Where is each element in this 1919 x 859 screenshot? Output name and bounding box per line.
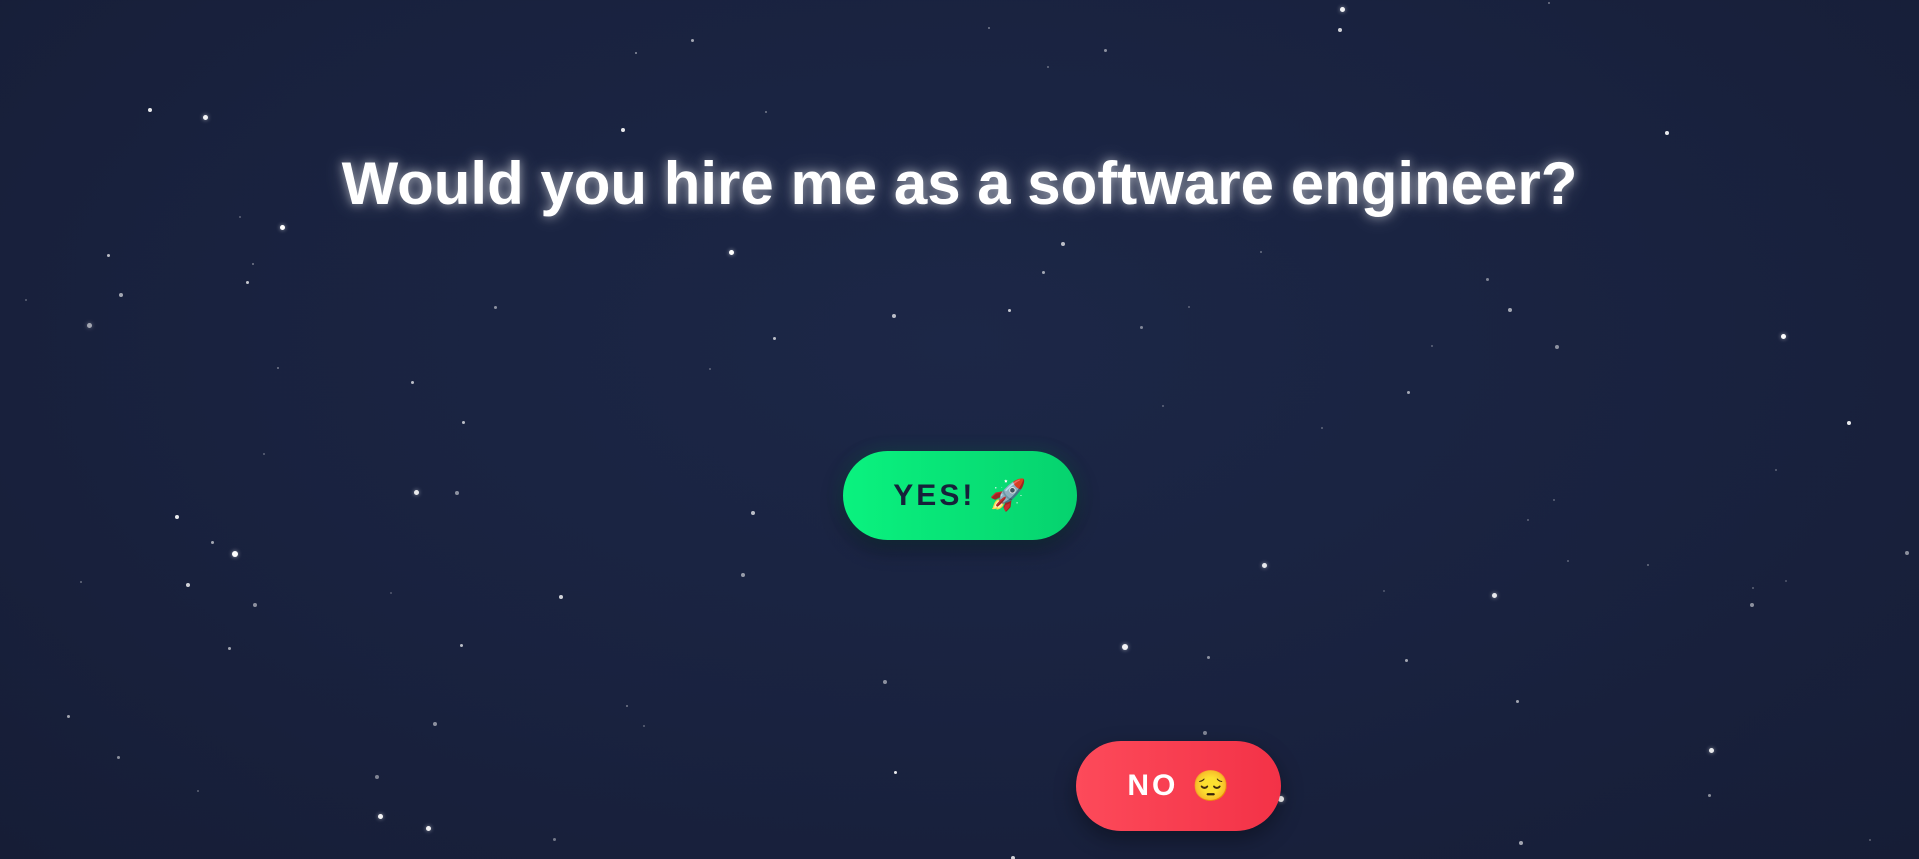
star bbox=[1260, 251, 1262, 253]
star bbox=[626, 705, 628, 707]
star bbox=[1485, 277, 1489, 281]
star bbox=[728, 249, 734, 255]
star bbox=[210, 540, 214, 544]
star bbox=[116, 755, 120, 759]
star bbox=[277, 367, 279, 369]
star bbox=[1752, 587, 1754, 589]
star bbox=[455, 491, 459, 495]
star bbox=[252, 263, 254, 265]
star bbox=[1555, 345, 1559, 349]
star bbox=[253, 603, 257, 607]
star bbox=[1647, 564, 1649, 566]
star bbox=[1041, 270, 1045, 274]
star bbox=[1553, 499, 1555, 501]
star bbox=[552, 837, 556, 841]
star bbox=[559, 595, 563, 599]
star bbox=[375, 775, 379, 779]
star bbox=[1548, 2, 1550, 4]
star bbox=[1775, 469, 1777, 471]
star bbox=[1515, 699, 1519, 703]
star bbox=[1780, 333, 1786, 339]
yes-button[interactable]: YES! 🚀 bbox=[843, 451, 1077, 540]
star bbox=[635, 52, 637, 54]
star bbox=[1665, 131, 1669, 135]
star bbox=[86, 322, 92, 328]
star bbox=[1707, 793, 1711, 797]
star bbox=[459, 643, 463, 647]
pensive-face-icon: 😔 bbox=[1192, 769, 1230, 803]
star bbox=[245, 280, 249, 284]
star bbox=[461, 420, 465, 424]
star bbox=[1007, 308, 1011, 312]
rocket-icon: 🚀 bbox=[989, 479, 1027, 512]
star bbox=[1519, 841, 1523, 845]
star bbox=[709, 368, 711, 370]
star bbox=[1383, 590, 1385, 592]
star bbox=[232, 551, 238, 557]
star bbox=[1188, 306, 1190, 308]
star bbox=[690, 38, 694, 42]
star bbox=[1206, 655, 1210, 659]
star bbox=[148, 108, 152, 112]
star bbox=[433, 722, 437, 726]
star bbox=[772, 336, 776, 340]
star bbox=[1869, 839, 1871, 841]
star bbox=[390, 592, 392, 594]
star bbox=[410, 380, 414, 384]
star bbox=[279, 224, 285, 230]
star bbox=[186, 583, 190, 587]
star bbox=[1785, 580, 1787, 582]
star bbox=[751, 511, 755, 515]
star bbox=[892, 314, 896, 318]
star bbox=[1527, 519, 1529, 521]
star bbox=[1508, 308, 1512, 312]
star bbox=[893, 770, 897, 774]
star bbox=[643, 725, 645, 727]
starfield-background bbox=[0, 0, 1919, 859]
star bbox=[1162, 405, 1164, 407]
star bbox=[1139, 325, 1143, 329]
star bbox=[1122, 644, 1128, 650]
star bbox=[425, 825, 431, 831]
no-button[interactable]: NO 😔 bbox=[1076, 741, 1281, 831]
star bbox=[1261, 562, 1267, 568]
star bbox=[1905, 551, 1909, 555]
star bbox=[1203, 731, 1207, 735]
star bbox=[1404, 658, 1408, 662]
star bbox=[1321, 427, 1323, 429]
star bbox=[883, 680, 887, 684]
star bbox=[80, 581, 82, 583]
star bbox=[1567, 560, 1569, 562]
star bbox=[202, 114, 208, 120]
star bbox=[1431, 345, 1433, 347]
star bbox=[66, 714, 70, 718]
star bbox=[621, 128, 625, 132]
star bbox=[1847, 421, 1851, 425]
star bbox=[1339, 6, 1345, 12]
star bbox=[227, 646, 231, 650]
star bbox=[988, 27, 990, 29]
star bbox=[175, 515, 179, 519]
star bbox=[106, 253, 110, 257]
star bbox=[263, 453, 265, 455]
star bbox=[377, 813, 383, 819]
star bbox=[119, 293, 123, 297]
star bbox=[1406, 390, 1410, 394]
no-button-label: NO bbox=[1127, 769, 1179, 802]
star bbox=[197, 790, 199, 792]
star bbox=[1491, 592, 1497, 598]
star bbox=[1061, 242, 1065, 246]
page-title: Would you hire me as a software engineer… bbox=[341, 150, 1578, 217]
star bbox=[1103, 48, 1107, 52]
yes-button-label: YES! bbox=[893, 478, 976, 512]
star bbox=[765, 111, 767, 113]
star bbox=[741, 573, 745, 577]
star bbox=[1708, 747, 1714, 753]
star bbox=[1047, 66, 1049, 68]
star bbox=[493, 305, 497, 309]
star bbox=[1750, 603, 1754, 607]
star bbox=[25, 299, 27, 301]
star bbox=[413, 489, 419, 495]
star bbox=[1338, 28, 1342, 32]
